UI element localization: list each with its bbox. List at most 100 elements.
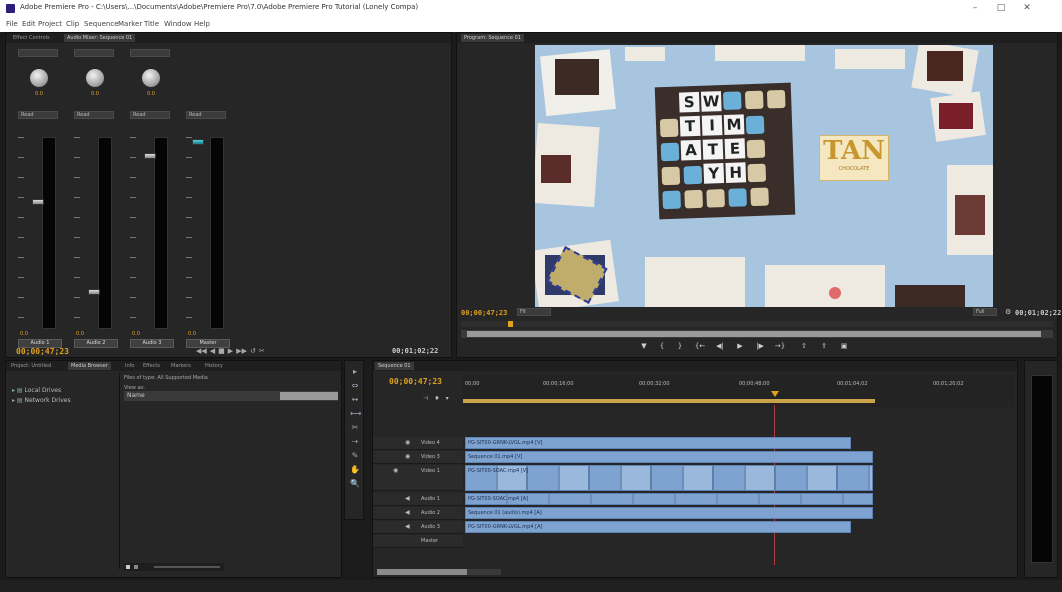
export-frame-button[interactable]: ▣ (837, 341, 851, 351)
playhead-marker[interactable] (508, 321, 513, 327)
menu-title[interactable]: Title (144, 20, 159, 28)
maximize-button[interactable]: □ (990, 2, 1012, 15)
set-marker-icon[interactable]: ▾ (446, 395, 449, 402)
timeline-clip[interactable]: PG-SIT00-GRNK-LVGL.mp4 [V] (465, 437, 851, 449)
speaker-icon[interactable]: ◀ (405, 523, 410, 530)
eye-icon[interactable]: ◉ (405, 453, 410, 460)
eye-icon[interactable]: ◉ (393, 467, 398, 474)
tab-markers[interactable]: Markers (168, 362, 194, 370)
menu-help[interactable]: Help (194, 20, 210, 28)
tab-history[interactable]: History (202, 362, 226, 370)
channel-3-volume-fader[interactable] (144, 153, 156, 159)
channel-3-automation[interactable]: Read (130, 111, 170, 119)
files-of-type-label[interactable]: Files of type: All Supported Media (124, 375, 208, 381)
work-area-bar[interactable] (463, 399, 875, 403)
mixer-play-button[interactable]: ▶ (228, 347, 233, 355)
program-zoom-bar[interactable] (461, 330, 1053, 338)
tab-effect-controls[interactable]: Effect Controls (10, 34, 53, 42)
channel-3-pan-knob[interactable] (142, 69, 160, 87)
menu-marker[interactable]: Marker (118, 20, 142, 28)
razor-tool-icon[interactable]: ✂ (350, 423, 360, 433)
mixer-loop-button[interactable]: ↺ (250, 347, 256, 355)
mark-out-button[interactable]: { (655, 341, 669, 351)
channel-2-automation[interactable]: Read (74, 111, 114, 119)
play-button[interactable]: ▶ (733, 341, 747, 351)
timeline-clip[interactable]: PG-SIT00-GRNK-LVGL.mp4 [A] (465, 521, 851, 533)
playhead-marker[interactable] (771, 391, 779, 397)
selection-tool-icon[interactable]: ▸ (350, 367, 360, 377)
step-back-button[interactable]: ◀| (713, 341, 727, 351)
program-scrubber[interactable] (461, 321, 1053, 327)
mixer-step-fwd-button[interactable]: ▶▶ (236, 347, 247, 355)
menu-file[interactable]: File (6, 20, 18, 28)
channel-3-dropdown[interactable] (130, 49, 170, 57)
add-marker-icon[interactable]: ♦ (434, 395, 439, 402)
timeline-clip[interactable]: PG-SIT00-SOAC.mp4 [V] (465, 465, 873, 491)
tab-program-monitor[interactable]: Program: Sequence 01 (461, 34, 524, 42)
add-marker-button[interactable]: } (673, 341, 687, 351)
mixer-stop-button[interactable]: ■ (218, 347, 225, 355)
zoom-bar-handle[interactable] (467, 331, 1041, 337)
pen-tool-icon[interactable]: ✎ (350, 451, 360, 461)
extract-button[interactable]: ⇪ (817, 341, 831, 351)
tab-info[interactable]: Info (122, 362, 137, 370)
browser-zoom-slider[interactable] (124, 563, 224, 571)
eye-icon[interactable]: ◉ (405, 439, 410, 446)
mixer-goto-in-button[interactable]: ◀◀ (196, 347, 207, 355)
step-forward-button[interactable]: |▶ (753, 341, 767, 351)
master-volume-fader[interactable] (192, 139, 204, 145)
mixer-step-back-button[interactable]: ◀ (210, 347, 215, 355)
slip-tool-icon[interactable]: ⇢ (350, 437, 360, 447)
zoom-tool-icon[interactable]: 🔍 (350, 479, 360, 489)
mark-in-button[interactable]: ▼ (637, 341, 651, 351)
tree-item-local-drives[interactable]: ▸ ▤ Local Drives (12, 387, 61, 394)
timeline-timecode[interactable]: 00;00;47;23 (389, 377, 442, 386)
channel-1-dropdown[interactable] (18, 49, 58, 57)
tree-item-network-drives[interactable]: ▸ ▤ Network Drives (12, 397, 71, 404)
channel-2-volume-fader[interactable] (88, 289, 100, 295)
tab-audio-mixer[interactable]: Audio Mixer: Sequence 01 (64, 34, 136, 42)
timeline-clip[interactable]: Sequence 01.mp4 [V] (465, 451, 873, 463)
minimize-button[interactable]: – (964, 2, 986, 15)
timeline-clip[interactable]: PG-SIT00-SOAC.mp4 [A] (465, 493, 873, 505)
timeline-clip[interactable]: Sequence 01 (audio).mp4 [A] (465, 507, 873, 519)
channel-2-dropdown[interactable] (74, 49, 114, 57)
wrench-icon[interactable]: ⚙ (1005, 308, 1011, 316)
speaker-icon[interactable]: ◀ (405, 495, 410, 502)
name-column-header[interactable]: Name (127, 392, 145, 399)
snap-icon[interactable]: ⊣ (423, 395, 428, 402)
lift-button[interactable]: ⇧ (797, 341, 811, 351)
zoom-track[interactable] (154, 566, 220, 568)
menu-project[interactable]: Project (38, 20, 62, 28)
tab-project[interactable]: Project: Untitled (8, 362, 54, 370)
rolling-edit-tool-icon[interactable]: ⟷ (350, 409, 361, 419)
goto-in-button[interactable]: {← (693, 341, 707, 351)
speaker-icon[interactable]: ◀ (405, 509, 410, 516)
close-button[interactable]: ✕ (1016, 2, 1038, 15)
timeline-horizontal-scrollbar[interactable] (377, 569, 501, 575)
master-automation[interactable]: Read (186, 111, 226, 119)
tab-sequence-01[interactable]: Sequence 01 (375, 362, 414, 370)
program-timecode[interactable]: 00;00;47;23 (461, 309, 507, 317)
track-select-tool-icon[interactable]: ⇔ (350, 381, 360, 391)
hand-tool-icon[interactable]: ✋ (350, 465, 360, 475)
tab-effects[interactable]: Effects (140, 362, 163, 370)
ripple-edit-tool-icon[interactable]: ↔ (350, 395, 360, 405)
fit-dropdown[interactable]: Fit (517, 308, 551, 316)
timeline-ruler[interactable]: 00;00 00;00;16;00 00;00;32;00 00;00;48;0… (463, 375, 1015, 407)
goto-out-button[interactable]: →} (773, 341, 787, 351)
menu-window[interactable]: Window (164, 20, 192, 28)
mixer-timecode-current[interactable]: 00;00;47;23 (16, 347, 69, 356)
column-header-resize[interactable] (280, 392, 338, 400)
tab-media-browser[interactable]: Media Browser (68, 362, 111, 370)
menu-edit[interactable]: Edit (22, 20, 36, 28)
menu-sequence[interactable]: Sequence (84, 20, 119, 28)
list-view-icon[interactable] (126, 565, 130, 569)
channel-2-pan-knob[interactable] (86, 69, 104, 87)
mixer-razor-button[interactable]: ✂ (259, 347, 265, 355)
icon-view-icon[interactable] (134, 565, 138, 569)
channel-1-pan-knob[interactable] (30, 69, 48, 87)
channel-1-automation[interactable]: Read (18, 111, 58, 119)
scrollbar-thumb[interactable] (377, 569, 467, 575)
menu-clip[interactable]: Clip (66, 20, 79, 28)
